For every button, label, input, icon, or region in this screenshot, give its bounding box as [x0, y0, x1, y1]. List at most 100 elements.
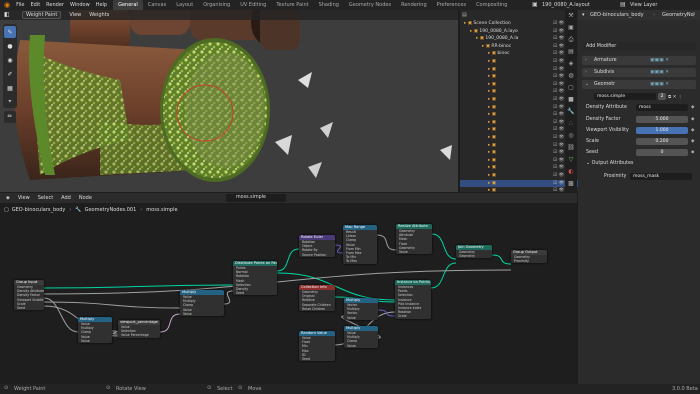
property-field[interactable]: moss — [636, 104, 688, 111]
add-modifier-button[interactable]: Add Modifier — [582, 42, 696, 51]
outliner-row[interactable]: ▸ ▣ ☑ 👁 ▣ — [460, 179, 578, 188]
tool-tab-icon[interactable]: ⚒ — [565, 10, 577, 22]
world-tab-icon[interactable]: ◍ — [565, 70, 577, 82]
outliner-row[interactable]: ▸ ▣ ☑ 👁 ▣ — [460, 81, 578, 89]
property-field[interactable]: 1.000 — [636, 127, 688, 134]
tab-canvas[interactable]: Canvas — [143, 0, 171, 10]
outliner-row[interactable]: ▸ ▣ ☑ 👁 ▣ — [460, 142, 578, 150]
menu-window[interactable]: Window — [70, 2, 90, 8]
outliner-row[interactable]: ▸ ▣ 190_0080_A.layo ☑ 👁 ▣ — [460, 28, 578, 36]
outliner-row[interactable]: ▸ ▣ ☑ 👁 ▣ — [460, 104, 578, 112]
outliner-row[interactable]: ▸ ▣ ☑ 👁 ▣ — [460, 58, 578, 66]
outliner-row[interactable]: ▸ ▣ ☑ 👁 ▣ — [460, 111, 578, 119]
node-menu-select[interactable]: Select — [38, 195, 53, 201]
menu-help[interactable]: Help — [96, 2, 107, 8]
modifier-toggle-icons[interactable]: ▣▣▣ ✕ — [650, 80, 669, 89]
mode-icon[interactable]: ◧ — [4, 11, 10, 18]
property-field[interactable]: 0 — [636, 149, 688, 156]
viewport-menu-weights[interactable]: Weights — [89, 12, 109, 18]
sample-weight-icon[interactable]: ⌖ — [4, 96, 16, 108]
outliner-row[interactable]: ▸ ▣ ☑ 👁 ▣ — [460, 134, 578, 142]
node-menu-add[interactable]: Add — [61, 195, 71, 201]
render-tab-icon[interactable]: ▣ — [565, 22, 577, 34]
outliner-row[interactable]: ▸ ▣ RR-binoc ☑ 👁 ▣ — [460, 43, 578, 51]
tab-uv-editing[interactable]: UV Editing — [235, 0, 271, 10]
annotate-tool-icon[interactable]: ✏ — [4, 111, 16, 123]
outliner-row[interactable]: ▸ ▣ ☑ 👁 ▣ — [460, 126, 578, 134]
node-multiply4[interactable]: Multiply Value Multiply Clamp Value — [344, 326, 378, 348]
collection-tab-icon[interactable]: ▢ — [565, 82, 577, 94]
property-field[interactable]: 0.200 — [636, 138, 688, 145]
menu-render[interactable]: Render — [46, 2, 64, 8]
tab-rendering[interactable]: Rendering — [396, 0, 432, 10]
node-multiply2[interactable]: Multiply Value Multiply Clamp Value Value — [180, 290, 224, 317]
menu-edit[interactable]: Edit — [30, 2, 40, 8]
outliner-row[interactable]: ▸ ▣ ☑ 👁 ▣ — [460, 88, 578, 96]
material-tab-icon[interactable]: ◐ — [565, 166, 577, 178]
node-collection-info[interactable]: Collection Info Geometry Original Relative S… — [299, 285, 335, 312]
texture-tab-icon[interactable]: ▩ — [565, 178, 577, 190]
outliner-row[interactable]: ▸ ▣ ☑ 👁 ▣ — [460, 66, 578, 74]
outliner-row[interactable]: ▸ ▣ ☑ 👁 ▣ — [460, 164, 578, 172]
proximity-field[interactable]: moss_mask — [630, 173, 692, 180]
outliner-row[interactable]: ▸ ▣ 190_0080_A.la ☑ 👁 ▣ — [460, 35, 578, 43]
outliner-row[interactable]: ▸ ▣ ☑ 👁 ▣ — [460, 149, 578, 157]
blur-brush-icon[interactable]: ● — [4, 40, 16, 52]
smear-brush-icon[interactable]: ✐ — [4, 68, 16, 80]
property-field[interactable]: 5.000 — [636, 116, 688, 123]
modifier-toggle-icons[interactable]: ▣▣▣ ✕ — [650, 68, 669, 77]
outliner-row[interactable]: ▸ ▣ ☑ 👁 ▣ — [460, 157, 578, 165]
view-layer-icon[interactable]: ▤ — [620, 1, 626, 8]
view-layer-name[interactable]: View Layer — [630, 2, 657, 8]
nodegroup-selector[interactable]: moss.simple — [226, 194, 286, 202]
node-menu-view[interactable]: View — [18, 195, 30, 201]
viewport-3d[interactable] — [0, 10, 458, 192]
node-random-value[interactable]: Random Value Value Float Min Max ID Seed — [299, 331, 335, 362]
nodegroup-users[interactable]: 2 — [658, 93, 666, 100]
editor-type-icon[interactable]: ◈ — [6, 195, 10, 201]
node-multiply3[interactable]: Multiply Vector Multiply Vector Value — [344, 298, 378, 320]
nodegroup-field[interactable]: moss.simple — [594, 93, 656, 100]
node-group-output[interactable]: Group Output Geometry Proximity — [511, 250, 547, 264]
scene-name[interactable]: 190_0080_A.layout — [542, 2, 590, 8]
output-tab-icon[interactable]: ⎙ — [565, 34, 577, 46]
modifier-geometry-nodes[interactable]: Geometr ⌄ ▣▣▣ ✕ — [582, 80, 696, 89]
keyframe-icon[interactable]: ◆ — [691, 117, 694, 122]
viewport-menu-view[interactable]: View — [69, 12, 81, 18]
average-brush-icon[interactable]: ◉ — [4, 54, 16, 66]
outliner-row[interactable]: ▸ ▣ Scene Collection ☑ 👁 ▣ — [460, 20, 578, 28]
breadcrumb-item-modifier[interactable]: GeometryNodes.001 — [85, 207, 137, 213]
breadcrumb-item-nodegroup[interactable]: moss.simple — [146, 207, 177, 213]
tab-preferences[interactable]: Preferences — [432, 0, 471, 10]
tab-general[interactable]: General — [113, 0, 143, 10]
tab-shading[interactable]: Shading — [314, 0, 344, 10]
node-distribute[interactable]: Distribute Points on Faces Points Normal Ro… — [233, 261, 277, 296]
keyframe-icon[interactable]: ◆ — [691, 105, 694, 110]
outliner-filter-icon[interactable]: ▤ — [462, 12, 467, 18]
outliner-row[interactable]: ▸ ▣ ☑ 👁 ▣ — [460, 172, 578, 180]
node-group-input[interactable]: Group Input Geometry Density Attribute Dens… — [14, 280, 44, 311]
node-multiply1[interactable]: Multiply Value Multiply Clamp Value Value — [78, 317, 112, 344]
particles-tab-icon[interactable]: ∴ — [565, 118, 577, 130]
view-layer-tab-icon[interactable]: ▤ — [565, 46, 577, 58]
physics-tab-icon[interactable]: ◎ — [565, 130, 577, 142]
breadcrumb-item-object[interactable]: GEO-binoculars_body — [12, 207, 66, 213]
node-instance[interactable]: Instance on Points Instances Points Selecti… — [395, 280, 431, 319]
blender-logo-icon[interactable]: ◉ — [4, 1, 10, 9]
node-realize[interactable]: Realize Attribute Geometry Attribute Mesh Fl… — [396, 224, 432, 255]
output-attributes-header[interactable]: ⌄ Output Attributes — [586, 161, 633, 166]
draw-brush-icon[interactable]: ✎ — [4, 26, 16, 38]
tab-layout[interactable]: Layout — [171, 0, 198, 10]
node-map-range[interactable]: Map Range Result Linear Clamp Value From Min F… — [343, 225, 377, 264]
menu-file[interactable]: File — [16, 2, 24, 8]
modifier-armature[interactable]: Armature › ▣▣▣ ✕ — [582, 56, 696, 65]
node-menu-node[interactable]: Node — [79, 195, 92, 201]
tab-compositing[interactable]: Compositing — [471, 0, 512, 10]
tab-organising[interactable]: Organising — [198, 0, 235, 10]
gradient-icon[interactable]: ▦ — [4, 82, 16, 94]
mode-selector[interactable]: Weight Paint — [22, 11, 62, 19]
nodegroup-buttons-icons[interactable]: ⧉ ✕ ⋮ — [668, 94, 682, 100]
object-tab-icon[interactable]: ■ — [565, 94, 577, 106]
modifier-subdivision[interactable]: Subdivis › ▣▣▣ ✕ — [582, 68, 696, 77]
tab-geometry-nodes[interactable]: Geometry Nodes — [344, 0, 396, 10]
